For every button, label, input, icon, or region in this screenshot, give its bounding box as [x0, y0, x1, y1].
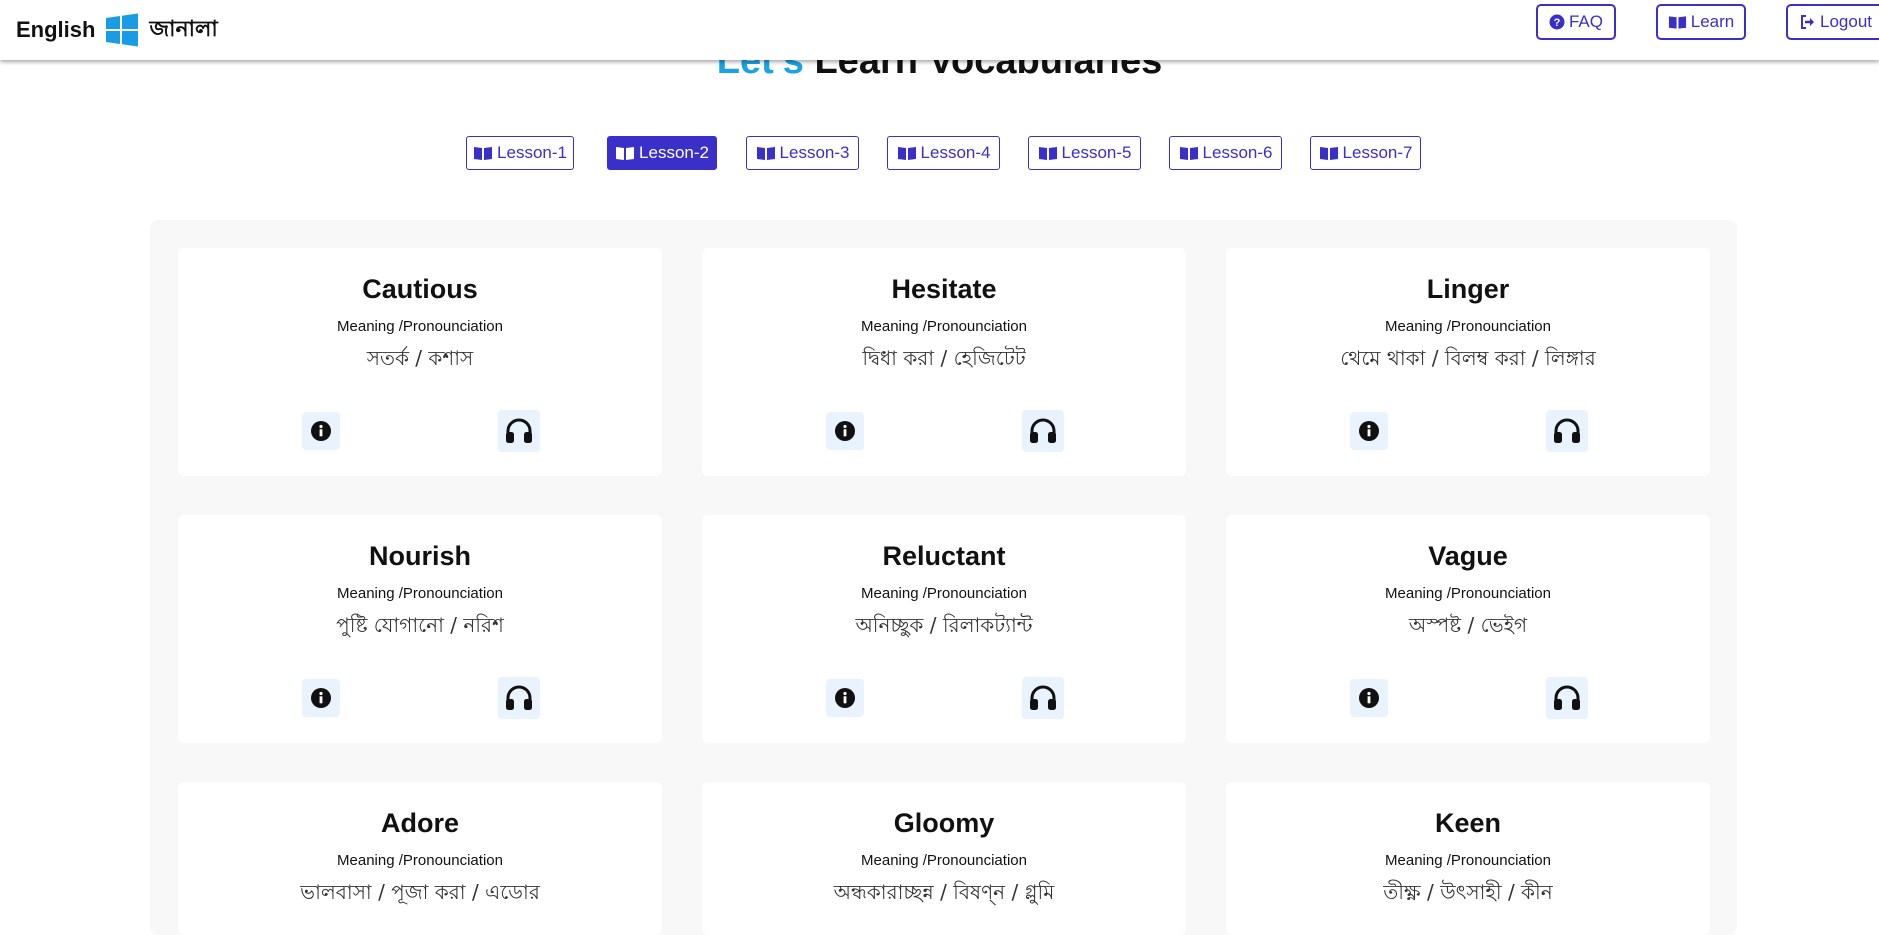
vocab-card: Hesitate Meaning /Pronounciation দ্বিধা … [702, 248, 1186, 476]
vocab-meaning: থেমে থাকা / বিলম্ব করা / লিঙ্গার [1340, 346, 1596, 370]
vocab-meaning: অনিচ্ছুক / রিলাকট্যান্ট [855, 613, 1033, 637]
vocab-word: Gloomy [893, 808, 995, 838]
info-button[interactable] [826, 412, 864, 450]
audio-button[interactable] [1546, 410, 1588, 452]
headphones-icon [506, 418, 532, 443]
book-open-icon [616, 146, 635, 160]
lesson-label: Lesson-5 [1061, 143, 1132, 162]
faq-button[interactable]: ? FAQ [1536, 4, 1616, 40]
meaning-pronunciation-label: Meaning /Pronounciation [1385, 585, 1551, 602]
logout-icon [1801, 15, 1814, 29]
meaning-pronunciation-label: Meaning /Pronounciation [861, 585, 1027, 602]
vocab-meaning: ভালবাসা / পূজা করা / এডোর [300, 880, 540, 904]
vocab-card: Cautious Meaning /Pronounciation সতর্ক /… [178, 248, 662, 476]
vocabulary-grid: Cautious Meaning /Pronounciation সতর্ক /… [150, 220, 1737, 935]
vocab-word: Cautious [362, 274, 478, 304]
meaning-pronunciation-label: Meaning /Pronounciation [861, 852, 1027, 869]
vocab-word: Adore [380, 808, 459, 838]
vocab-meaning: সতর্ক / কশাস [366, 346, 474, 370]
vocab-card: Keen Meaning /Pronounciation তীক্ষ্ণ / উ… [1226, 782, 1710, 935]
book-open-icon [897, 146, 916, 160]
logout-button[interactable]: Logout [1786, 4, 1879, 40]
lesson-label: Lesson-4 [920, 143, 991, 162]
info-button[interactable] [826, 679, 864, 717]
headphones-icon [1554, 418, 1580, 443]
meaning-pronunciation-label: Meaning /Pronounciation [1385, 318, 1551, 335]
brand-bangla: জানালা [149, 16, 218, 42]
book-open-icon [1668, 15, 1686, 29]
vocab-card: Reluctant Meaning /Pronounciation অনিচ্ছ… [702, 515, 1186, 743]
book-open-icon [1038, 146, 1057, 160]
audio-button[interactable] [498, 410, 540, 452]
navbar: English জানালা ? FAQ Learn Logout [0, 0, 1879, 60]
learn-label: Learn [1690, 12, 1735, 31]
info-circle-icon [1359, 688, 1379, 708]
logout-label: Logout [1820, 12, 1872, 31]
audio-button[interactable] [1022, 410, 1064, 452]
meaning-pronunciation-label: Meaning /Pronounciation [1385, 852, 1551, 869]
vocab-card: Adore Meaning /Pronounciation ভালবাসা / … [178, 782, 662, 935]
audio-button[interactable] [1022, 677, 1064, 719]
learn-button[interactable]: Learn [1656, 4, 1746, 40]
tab-lesson-7[interactable]: Lesson-7 [1310, 136, 1421, 170]
lesson-label: Lesson-7 [1342, 143, 1413, 162]
lesson-label: Lesson-2 [639, 143, 709, 162]
info-circle-icon [311, 421, 331, 441]
book-open-icon [1319, 146, 1338, 160]
svg-text:?: ? [1554, 17, 1561, 29]
headphones-icon [506, 685, 532, 710]
vocab-card: Nourish Meaning /Pronounciation পুষ্টি য… [178, 515, 662, 743]
meaning-pronunciation-label: Meaning /Pronounciation [861, 318, 1027, 335]
book-open-icon [1179, 146, 1198, 160]
tab-lesson-2[interactable]: Lesson-2 [607, 136, 717, 170]
vocab-word: Keen [1434, 808, 1502, 838]
info-button[interactable] [302, 412, 340, 450]
meaning-pronunciation-label: Meaning /Pronounciation [337, 585, 503, 602]
vocab-word: Nourish [368, 541, 471, 571]
info-button[interactable] [1350, 679, 1388, 717]
question-circle-icon: ? [1549, 14, 1565, 30]
meaning-pronunciation-label: Meaning /Pronounciation [337, 852, 503, 869]
audio-button[interactable] [498, 677, 540, 719]
meaning-pronunciation-label: Meaning /Pronounciation [337, 318, 503, 335]
brand-english: English [16, 17, 96, 42]
info-circle-icon [835, 688, 855, 708]
tab-lesson-5[interactable]: Lesson-5 [1028, 136, 1141, 170]
info-circle-icon [835, 421, 855, 441]
headphones-icon [1554, 685, 1580, 710]
vocab-meaning: তীক্ষ্ণ / উৎসাহী / কীন [1383, 880, 1553, 904]
vocab-card: Linger Meaning /Pronounciation থেমে থাকা… [1226, 248, 1710, 476]
info-button[interactable] [302, 679, 340, 717]
lesson-tabs: Lesson-1 Lesson-2 Lesson-3 Lesson-4 Less… [0, 136, 1879, 170]
tab-lesson-1[interactable]: Lesson-1 [466, 136, 574, 170]
tab-lesson-3[interactable]: Lesson-3 [746, 136, 859, 170]
vocab-card: Vague Meaning /Pronounciation অস্পষ্ট / … [1226, 515, 1710, 743]
headphones-icon [1030, 685, 1056, 710]
tab-lesson-6[interactable]: Lesson-6 [1169, 136, 1282, 170]
lesson-label: Lesson-3 [779, 143, 850, 162]
brand[interactable]: English জানালা [16, 10, 218, 50]
vocab-card: Gloomy Meaning /Pronounciation অন্ধকারাচ… [702, 782, 1186, 935]
vocab-meaning: দ্বিধা করা / হেজিটেট [862, 346, 1026, 370]
vocab-meaning: পুষ্টি যোগানো / নরিশ [336, 613, 504, 637]
info-button[interactable] [1350, 412, 1388, 450]
lesson-label: Lesson-6 [1202, 143, 1273, 162]
info-circle-icon [311, 688, 331, 708]
vocab-word: Vague [1428, 541, 1508, 571]
info-circle-icon [1359, 421, 1379, 441]
vocab-word: Reluctant [882, 541, 1006, 571]
audio-button[interactable] [1546, 677, 1588, 719]
book-open-icon [474, 146, 493, 160]
vocab-meaning: অন্ধকারাচ্ছন্ন / বিষণ্ন / গ্লুমি [833, 880, 1055, 904]
windows-logo-icon [106, 13, 139, 47]
vocab-word: Hesitate [891, 274, 997, 304]
lesson-label: Lesson-1 [497, 143, 567, 162]
tab-lesson-4[interactable]: Lesson-4 [887, 136, 1000, 170]
vocab-word: Linger [1426, 274, 1510, 304]
faq-label: FAQ [1568, 12, 1603, 31]
book-open-icon [756, 146, 775, 160]
headphones-icon [1030, 418, 1056, 443]
vocab-meaning: অস্পষ্ট / ভেইগ [1408, 613, 1528, 637]
